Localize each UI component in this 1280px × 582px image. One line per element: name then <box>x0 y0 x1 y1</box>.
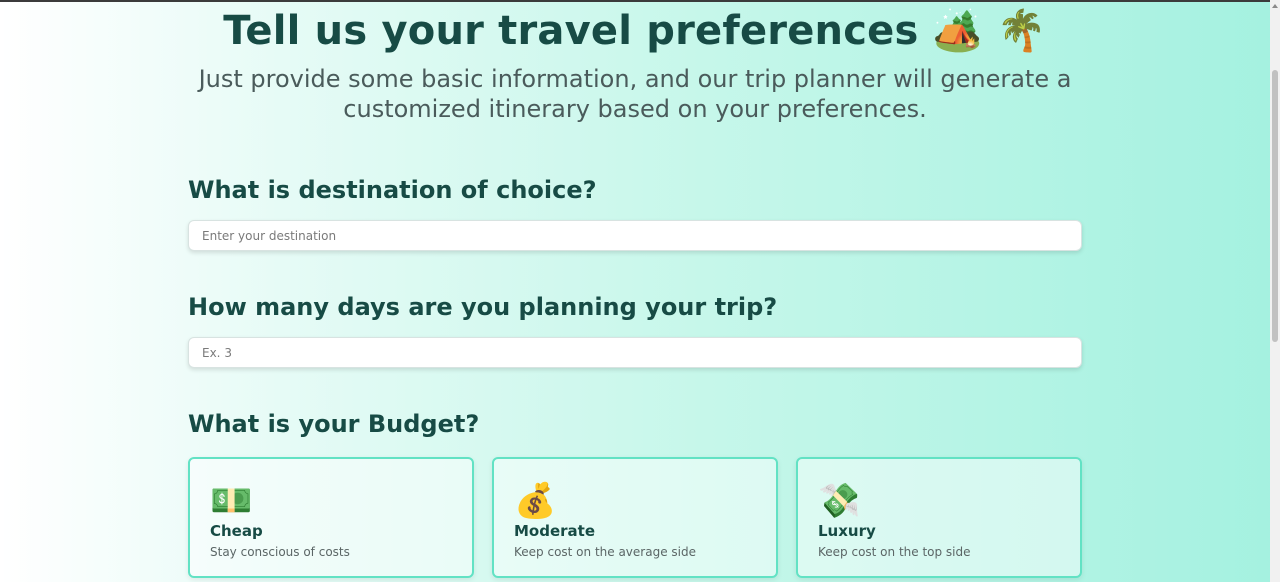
budget-option-description: Keep cost on the average side <box>514 545 696 559</box>
budget-option-description: Keep cost on the top side <box>818 545 971 559</box>
budget-option-luxury[interactable]: 💸 Luxury Keep cost on the top side <box>796 457 1082 578</box>
budget-option-cheap[interactable]: 💵 Cheap Stay conscious of costs <box>188 457 474 578</box>
page-subtitle: Just provide some basic information, and… <box>0 64 1270 124</box>
scrollbar-thumb[interactable] <box>1272 70 1278 342</box>
scroll-up-arrow-icon[interactable] <box>1272 4 1278 8</box>
page-title: Tell us your travel preferences 🏕️ 🌴 <box>0 4 1270 58</box>
budget-option-title: Luxury <box>818 522 876 540</box>
page-title-text: Tell us your travel preferences <box>223 8 919 54</box>
budget-option-description: Stay conscious of costs <box>210 545 350 559</box>
destination-label: What is destination of choice? <box>188 176 597 204</box>
money-with-wings-icon: 💸 <box>818 481 861 521</box>
page-scrollbar[interactable] <box>1270 0 1280 582</box>
page-subtitle-line-1: Just provide some basic information, and… <box>198 65 1072 93</box>
money-bag-icon: 💰 <box>514 481 557 521</box>
trip-days-label: How many days are you planning your trip… <box>188 293 778 321</box>
budget-option-title: Cheap <box>210 522 263 540</box>
destination-input[interactable] <box>188 220 1082 251</box>
budget-option-moderate[interactable]: 💰 Moderate Keep cost on the average side <box>492 457 778 578</box>
trip-days-input[interactable] <box>188 337 1082 368</box>
window-top-border <box>0 0 1280 2</box>
budget-option-title: Moderate <box>514 522 596 540</box>
page-subtitle-line-2: customized itinerary based on your prefe… <box>343 95 927 123</box>
camping-palm-icon: 🏕️ 🌴 <box>932 8 1047 54</box>
budget-label: What is your Budget? <box>188 410 480 438</box>
dollar-banknote-icon: 💵 <box>210 481 253 521</box>
